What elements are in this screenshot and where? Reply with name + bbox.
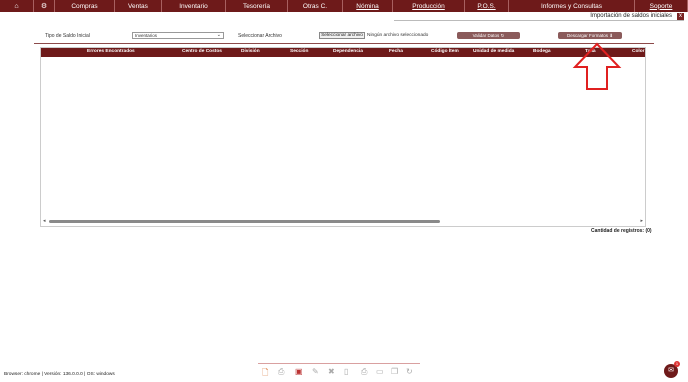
records-value: (0): [645, 228, 652, 234]
delete-icon[interactable]: ✖: [328, 367, 335, 376]
new-document-icon[interactable]: 🗋: [262, 367, 268, 381]
records-label: Cantidad de registros:: [591, 228, 645, 234]
copy-icon[interactable]: ❐: [391, 367, 398, 376]
records-count: Cantidad de registros: (0): [591, 228, 652, 234]
annotation-arrow-layer: [572, 42, 622, 90]
printer-icon[interactable]: ⎙: [361, 367, 367, 377]
browser-info: Browser: chrome | Versión: 136.0.0.0 | O…: [4, 372, 115, 377]
file-icon[interactable]: ▭: [376, 367, 384, 376]
save-icon[interactable]: ▣: [295, 367, 303, 376]
refresh-icon[interactable]: ↻: [406, 367, 413, 376]
print-icon[interactable]: ⎙: [278, 367, 284, 377]
document-icon[interactable]: ▯: [344, 367, 348, 376]
bottom-toolbar: 🗋 ⎙ ▣ ✎ ✖ ▯ ⎙ ▭ ❐ ↻: [258, 363, 420, 377]
edit-icon[interactable]: ✎: [312, 367, 319, 376]
notification-badge: 1: [674, 361, 680, 367]
up-arrow-annotation: [572, 42, 622, 90]
chat-icon[interactable]: ✉ 1: [664, 361, 680, 378]
